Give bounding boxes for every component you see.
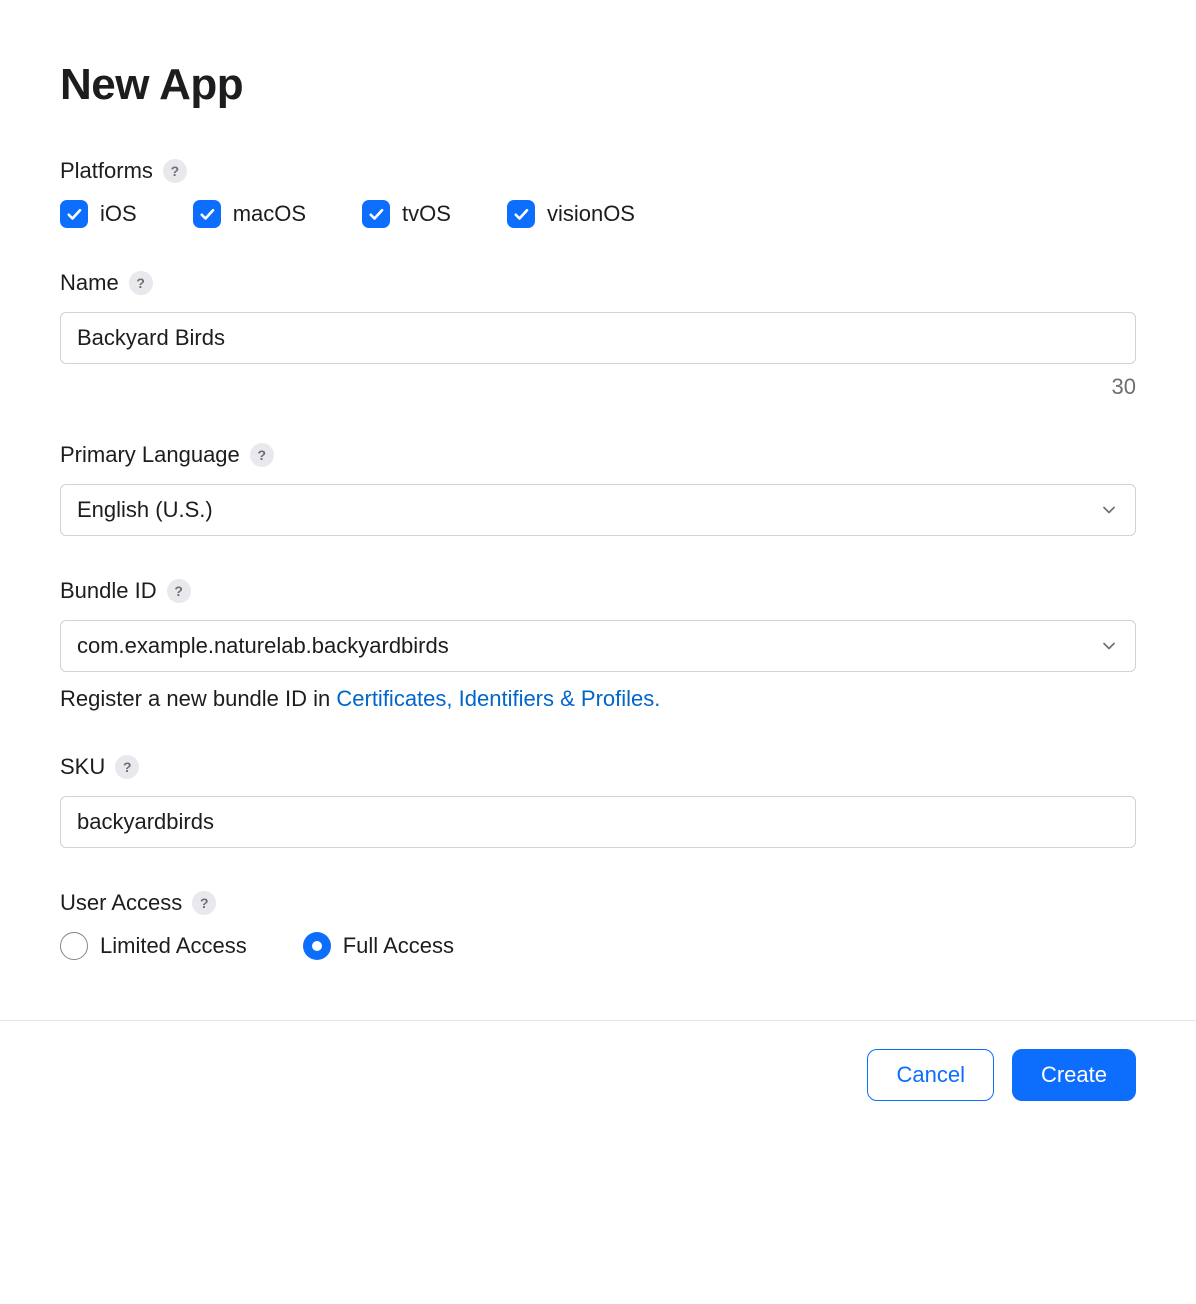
name-counter: 30: [60, 374, 1136, 400]
bundle-id-value: com.example.naturelab.backyardbirds: [77, 633, 449, 659]
check-icon: [362, 200, 390, 228]
footer: Cancel Create: [0, 1020, 1196, 1161]
bundle-id-helper: Register a new bundle ID in Certificates…: [60, 686, 1136, 712]
radio-icon: [303, 932, 331, 960]
name-input[interactable]: [60, 312, 1136, 364]
platform-label: tvOS: [402, 201, 451, 227]
bundle-id-label: Bundle ID: [60, 578, 157, 604]
primary-language-value: English (U.S.): [77, 497, 213, 523]
help-icon[interactable]: ?: [115, 755, 139, 779]
certificates-link[interactable]: Certificates, Identifiers & Profiles.: [336, 686, 660, 711]
help-icon[interactable]: ?: [167, 579, 191, 603]
help-icon[interactable]: ?: [192, 891, 216, 915]
check-icon: [193, 200, 221, 228]
name-field: Name ? 30: [60, 270, 1136, 400]
primary-language-field: Primary Language ? English (U.S.): [60, 442, 1136, 536]
sku-label: SKU: [60, 754, 105, 780]
create-button[interactable]: Create: [1012, 1049, 1136, 1101]
primary-language-label: Primary Language: [60, 442, 240, 468]
primary-language-select[interactable]: English (U.S.): [60, 484, 1136, 536]
bundle-id-field: Bundle ID ? com.example.naturelab.backya…: [60, 578, 1136, 712]
help-icon[interactable]: ?: [163, 159, 187, 183]
chevron-down-icon: [1099, 636, 1119, 656]
bundle-id-select[interactable]: com.example.naturelab.backyardbirds: [60, 620, 1136, 672]
radio-label: Full Access: [343, 933, 454, 959]
check-icon: [60, 200, 88, 228]
page-title: New App: [60, 60, 1136, 110]
help-icon[interactable]: ?: [129, 271, 153, 295]
user-access-label: User Access: [60, 890, 182, 916]
radio-icon: [60, 932, 88, 960]
user-access-limited-radio[interactable]: Limited Access: [60, 932, 247, 960]
platforms-field: Platforms ? iOS macOS tvOS: [60, 158, 1136, 228]
name-label: Name: [60, 270, 119, 296]
cancel-button[interactable]: Cancel: [867, 1049, 993, 1101]
radio-label: Limited Access: [100, 933, 247, 959]
platform-checkbox-visionos[interactable]: visionOS: [507, 200, 635, 228]
platform-label: visionOS: [547, 201, 635, 227]
platforms-label: Platforms: [60, 158, 153, 184]
user-access-field: User Access ? Limited Access Full Access: [60, 890, 1136, 960]
platform-checkbox-ios[interactable]: iOS: [60, 200, 137, 228]
platform-label: iOS: [100, 201, 137, 227]
platform-checkbox-tvos[interactable]: tvOS: [362, 200, 451, 228]
check-icon: [507, 200, 535, 228]
sku-field: SKU ?: [60, 754, 1136, 848]
help-icon[interactable]: ?: [250, 443, 274, 467]
user-access-full-radio[interactable]: Full Access: [303, 932, 454, 960]
chevron-down-icon: [1099, 500, 1119, 520]
bundle-id-helper-prefix: Register a new bundle ID in: [60, 686, 336, 711]
sku-input[interactable]: [60, 796, 1136, 848]
platform-label: macOS: [233, 201, 306, 227]
platform-checkbox-macos[interactable]: macOS: [193, 200, 306, 228]
